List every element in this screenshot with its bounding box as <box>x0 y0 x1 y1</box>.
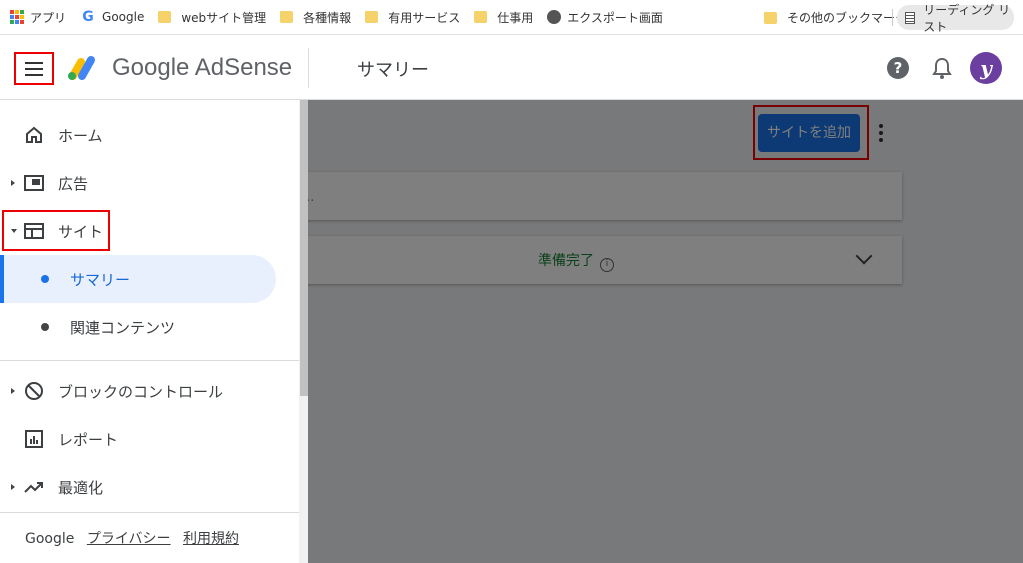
help-icon[interactable]: ? <box>887 57 909 79</box>
nav-divider <box>0 360 299 361</box>
caret-down-icon <box>11 229 17 233</box>
side-nav: ホーム 広告 サイト サマリー 関連コンテンツ ブロックのコントロール レポート… <box>0 100 308 563</box>
menu-button[interactable] <box>14 52 54 85</box>
nav-reports[interactable]: レポート <box>0 415 299 463</box>
bell-icon[interactable] <box>931 56 953 80</box>
apps-icon <box>10 10 24 24</box>
bookmark-label: 各種情報 <box>303 10 352 25</box>
folder-icon <box>158 11 172 23</box>
bookmark-web-admin[interactable]: webサイト管理 <box>158 0 266 35</box>
nav-ads[interactable]: 広告 <box>0 159 299 207</box>
bookmark-label: 仕事用 <box>497 10 534 25</box>
sites-icon <box>24 223 44 239</box>
nav-label: サマリー <box>70 270 131 289</box>
page-title: サマリー <box>357 60 429 81</box>
reading-list-icon <box>905 11 916 24</box>
bookmark-label: エクスポート画面 <box>567 10 663 25</box>
folder-icon <box>764 11 777 24</box>
nav-label: レポート <box>58 430 119 449</box>
home-icon <box>26 126 42 143</box>
nav-label: 最適化 <box>58 478 104 497</box>
nav-sites[interactable]: サイト <box>0 207 299 255</box>
reading-list-button[interactable]: リーディング リスト <box>897 3 1014 34</box>
bookmark-label: Google <box>102 10 145 24</box>
bookmarks-bar: アプリ G Google webサイト管理 各種情報 有用サービス 仕事用 エク… <box>0 0 1023 35</box>
adsense-logo <box>68 56 95 80</box>
active-indicator <box>0 255 4 303</box>
bookmark-info[interactable]: 各種情報 <box>280 0 351 35</box>
bullet-icon <box>41 275 49 283</box>
folder-icon <box>365 11 379 23</box>
terms-link[interactable]: 利用規約 <box>183 531 239 547</box>
report-icon <box>25 430 43 448</box>
privacy-link[interactable]: プライバシー <box>87 531 171 547</box>
nav-label: サイト <box>58 222 104 241</box>
nav-optimize[interactable]: 最適化 <box>0 463 299 511</box>
nav-divider <box>0 512 299 513</box>
reading-list-label: リーディング リスト <box>923 2 1011 34</box>
bookmark-label: その他のブックマーク <box>787 11 908 25</box>
bookmark-label: webサイト管理 <box>181 10 267 25</box>
nav-block-controls[interactable]: ブロックのコントロール <box>0 367 299 415</box>
caret-right-icon <box>11 484 15 490</box>
nav-home[interactable]: ホーム <box>0 111 299 159</box>
ads-icon <box>24 175 44 191</box>
folder-icon <box>474 11 488 23</box>
bookmark-apps[interactable]: アプリ <box>10 0 66 35</box>
trending-icon <box>24 482 43 493</box>
nav-label: ホーム <box>58 126 103 145</box>
app-header: Google AdSense サマリー ? y <box>0 36 1023 100</box>
brand-name: Google AdSense <box>112 54 293 81</box>
caret-right-icon <box>11 388 15 394</box>
bookmark-services[interactable]: 有用サービス <box>365 0 460 35</box>
footer-google: Google <box>25 531 75 547</box>
folder-icon <box>280 11 294 23</box>
avatar[interactable]: y <box>970 52 1002 84</box>
bookmark-export[interactable]: エクスポート画面 <box>547 0 663 35</box>
nav-footer: Google プライバシー 利用規約 <box>25 528 239 548</box>
bookmark-work[interactable]: 仕事用 <box>474 0 533 35</box>
nav-label: ブロックのコントロール <box>58 382 224 401</box>
nav-label: 関連コンテンツ <box>70 318 176 337</box>
nav-summary[interactable]: サマリー <box>0 255 276 303</box>
nav-related-content[interactable]: 関連コンテンツ <box>0 303 299 351</box>
caret-right-icon <box>11 180 15 186</box>
bookmark-separator <box>892 9 893 26</box>
header-divider <box>308 48 309 88</box>
globe-icon <box>547 10 562 24</box>
bullet-icon <box>41 323 49 331</box>
nav-label: 広告 <box>58 174 89 193</box>
block-icon <box>25 382 43 400</box>
menu-icon <box>25 61 43 64</box>
bookmark-label: 有用サービス <box>388 10 461 25</box>
bookmark-other[interactable]: その他のブックマーク <box>764 0 907 35</box>
bookmark-label: アプリ <box>30 10 67 25</box>
scrollbar-thumb[interactable] <box>300 100 308 396</box>
google-icon: G <box>82 9 94 25</box>
bookmark-google[interactable]: G Google <box>80 0 144 35</box>
